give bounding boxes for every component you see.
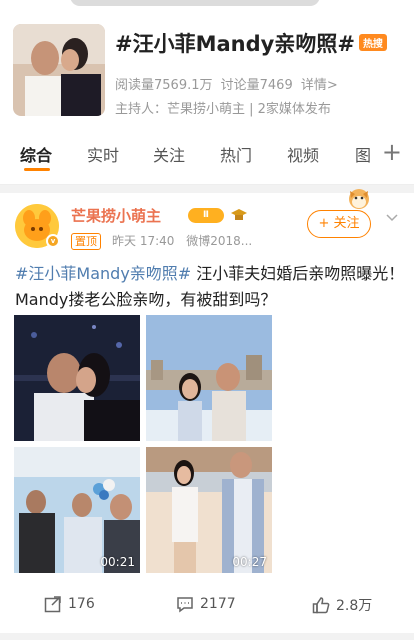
action-bar: 176 2177 2.8万 [0, 589, 414, 623]
share-icon [44, 596, 61, 613]
follow-button[interactable]: + 关注 [307, 210, 371, 238]
tab-realtime[interactable]: 实时 [87, 142, 119, 166]
tab-all[interactable]: 综合 [20, 142, 52, 166]
read-count: 阅读量7569.1万 [115, 78, 213, 93]
pinned-badge: 置顶 [71, 233, 101, 250]
top-handle [70, 0, 320, 6]
like-button[interactable]: 2.8万 [312, 595, 372, 615]
video-2[interactable]: 00:27 [146, 447, 272, 573]
video-1[interactable]: 00:21 [14, 447, 140, 573]
share-count: 176 [68, 596, 95, 612]
post-meta: 昨天 17:40 微博2018... [112, 232, 260, 249]
video-duration: 00:27 [232, 555, 267, 569]
level-badge: Ⅱ [188, 208, 224, 223]
topic-thumbnail[interactable] [13, 24, 105, 116]
topic-title-text: #汪小菲Mandy亲吻照# [115, 32, 355, 56]
media-grid: 00:21 00:27 [14, 315, 272, 573]
photo-2[interactable] [146, 315, 272, 441]
tab-following[interactable]: 关注 [153, 142, 185, 166]
topic-stats: 阅读量7569.1万 讨论量7469 详情> [115, 74, 342, 93]
verified-icon: v [46, 234, 60, 248]
section-gap [0, 633, 414, 640]
topic-title: #汪小菲Mandy亲吻照# 热搜 [115, 28, 387, 58]
like-count: 2.8万 [336, 598, 373, 614]
post-source: 微博2018... [186, 234, 253, 248]
tab-video[interactable]: 视频 [287, 142, 319, 166]
topic-header: #汪小菲Mandy亲吻照# 热搜 阅读量7569.1万 讨论量7469 详情> 主… [0, 0, 414, 185]
graduation-cap-icon [231, 209, 247, 220]
video-duration: 00:21 [100, 555, 135, 569]
post-time: 昨天 17:40 [112, 234, 175, 248]
host-line[interactable]: 主持人：芒果捞小萌主 | 2家媒体发布 [115, 98, 331, 117]
post-hashtag[interactable]: #汪小菲Mandy亲吻照# [15, 264, 191, 283]
tab-hot[interactable]: 热门 [220, 142, 252, 166]
hot-badge: 热搜 [358, 33, 387, 51]
tab-bar: 综合 实时 关注 热门 视频 图 + [0, 138, 414, 171]
discuss-count: 讨论量7469 [220, 78, 293, 93]
comment-icon [177, 597, 193, 613]
chevron-down-icon[interactable] [386, 211, 398, 223]
details-link[interactable]: 详情> [301, 78, 338, 93]
share-button[interactable]: 176 [44, 595, 95, 613]
comment-count: 2177 [200, 596, 236, 612]
comment-button[interactable]: 2177 [176, 595, 236, 613]
author-name[interactable]: 芒果捞小萌主 [71, 205, 161, 226]
photo-1[interactable] [14, 315, 140, 441]
dog-sticker-icon [349, 189, 369, 209]
active-tab-indicator [24, 168, 50, 171]
post-text: #汪小菲Mandy亲吻照# 汪小菲夫妇婚后亲吻照曝光！Mandy搂老公脸亲吻，有… [15, 261, 405, 313]
thumbs-up-icon [312, 597, 330, 614]
tab-image[interactable]: 图 [355, 142, 371, 166]
post-card: v 芒果捞小萌主 Ⅱ 置顶 昨天 17:40 微博2018... + 关注 #汪… [0, 189, 414, 633]
add-tab-icon[interactable]: + [382, 138, 402, 166]
